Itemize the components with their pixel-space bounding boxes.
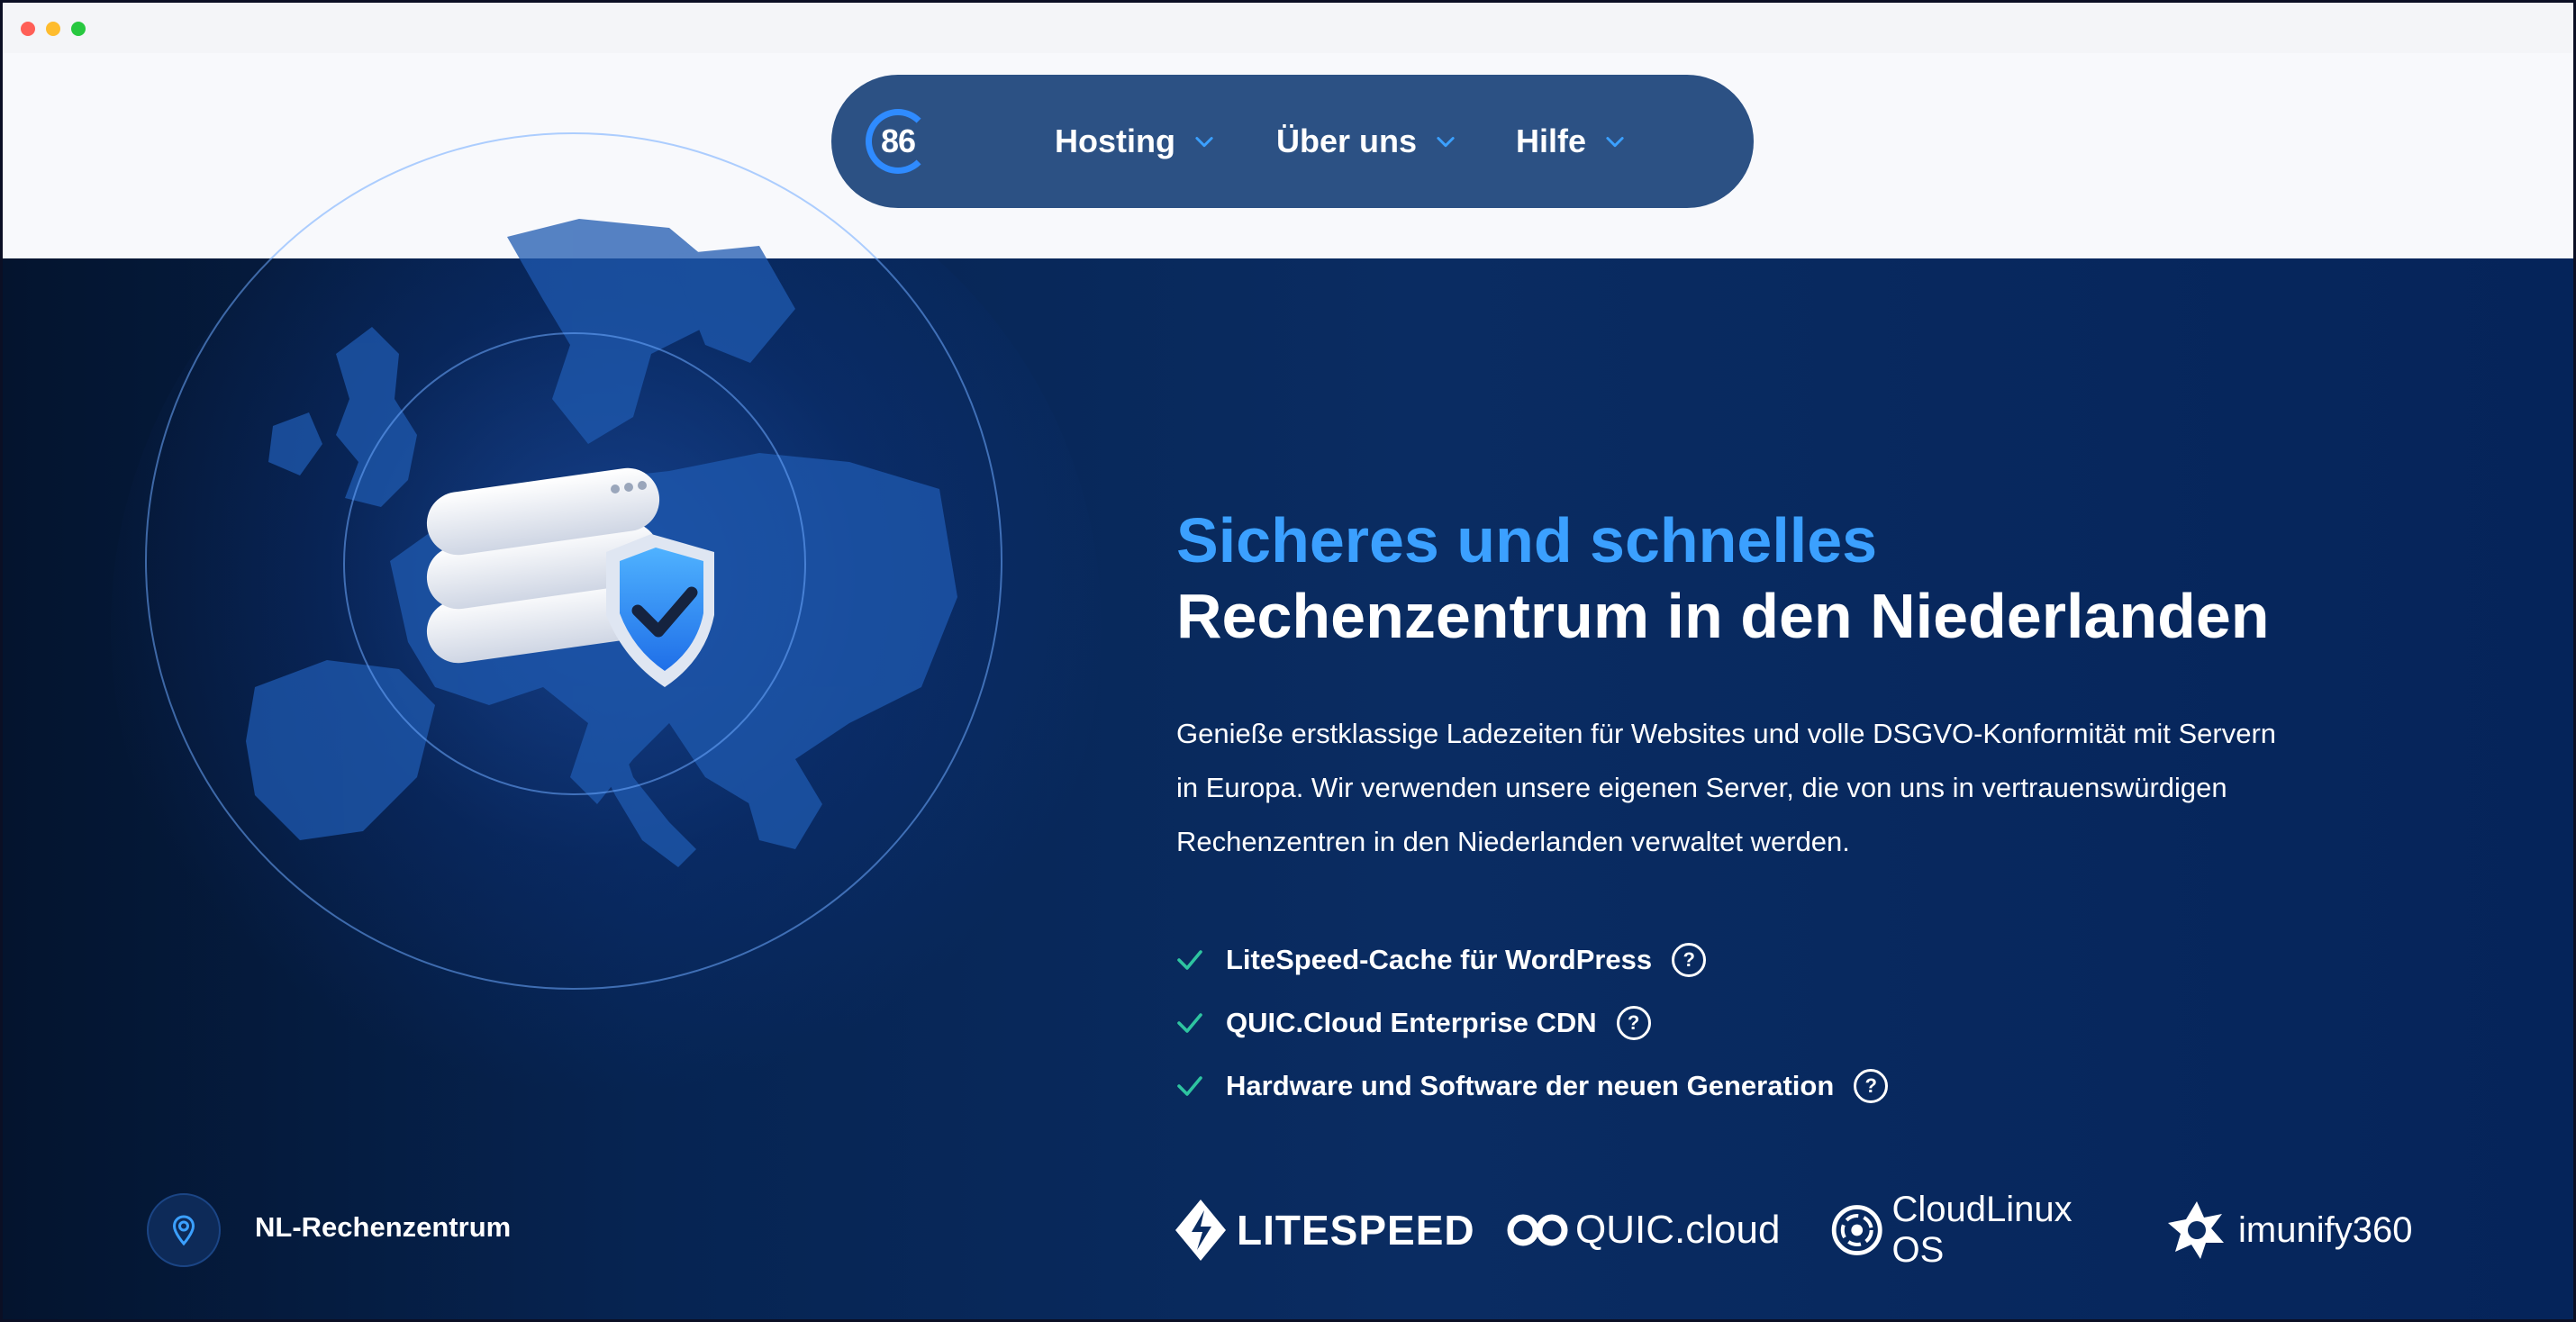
check-icon xyxy=(1177,950,1202,970)
map-pin-icon xyxy=(172,1215,195,1246)
nav-item-hosting[interactable]: Hosting xyxy=(1055,120,1217,163)
partner-imunify360: imunify360 xyxy=(2164,1190,2412,1271)
chevron-down-icon xyxy=(1195,137,1213,148)
partner-name: CloudLinux OS xyxy=(1891,1190,2073,1270)
feature-item: QUIC.Cloud Enterprise CDN ? xyxy=(1174,992,1888,1055)
quic-cloud-logo-icon xyxy=(1507,1214,1568,1246)
site-logo[interactable]: 86 xyxy=(866,109,930,174)
chevron-down-icon xyxy=(1606,137,1624,148)
nav-item-hilfe[interactable]: Hilfe xyxy=(1516,120,1628,163)
nav-item-label: Über uns xyxy=(1276,122,1418,159)
location-pin-icon xyxy=(147,1193,221,1267)
minimize-window-button[interactable] xyxy=(46,22,60,36)
feature-label: LiteSpeed-Cache für WordPress xyxy=(1226,944,1653,975)
headline-accent-line: Sicheres und schnelles xyxy=(1176,505,1878,575)
window-titlebar xyxy=(3,3,2573,53)
datacenter-label: NL-Rechenzentrum xyxy=(255,1211,512,1243)
cloudlinux-logo-icon xyxy=(1831,1205,1882,1255)
close-window-button[interactable] xyxy=(21,22,35,36)
partner-litespeed: LITESPEED xyxy=(1174,1190,1475,1271)
maximize-window-button[interactable] xyxy=(71,22,86,36)
feature-label: QUIC.Cloud Enterprise CDN xyxy=(1226,1007,1597,1038)
headline-main-line: Rechenzentrum in den Niederlanden xyxy=(1176,581,2270,651)
server-shield-illustration xyxy=(426,467,714,687)
help-icon[interactable]: ? xyxy=(1616,1006,1651,1040)
description-line: in Europa. Wir verwenden unsere eigenen … xyxy=(1176,772,2227,803)
description-line: Rechenzentren in den Niederlanden verwal… xyxy=(1176,826,1850,857)
nav-item-label: Hosting xyxy=(1055,122,1175,159)
hero-description: Genieße erstklassige Ladezeiten für Webs… xyxy=(1176,707,2419,869)
feature-list: LiteSpeed-Cache für WordPress ? QUIC.Clo… xyxy=(1174,928,1889,1118)
litespeed-logo-icon xyxy=(1175,1200,1226,1261)
partner-name: LITESPEED xyxy=(1237,1207,1475,1254)
browser-window: 86 Hosting Über uns Hilfe Sicheres und s… xyxy=(0,0,2576,1322)
partner-name: imunify360 xyxy=(2238,1209,2413,1250)
description-line: Genieße erstklassige Ladezeiten für Webs… xyxy=(1176,718,2277,749)
feature-item: LiteSpeed-Cache für WordPress ? xyxy=(1174,928,1888,992)
feature-item: Hardware und Software der neuen Generati… xyxy=(1174,1055,1889,1118)
logo-text: 86 xyxy=(880,122,916,159)
main-navigation: 86 Hosting Über uns Hilfe xyxy=(831,75,1754,208)
partner-cloudlinux: CloudLinux OS xyxy=(1831,1190,2085,1271)
hero-headline: Sicheres und schnelles Rechenzentrum in … xyxy=(1176,503,2270,654)
check-icon xyxy=(1177,1013,1202,1033)
nav-item-label: Hilfe xyxy=(1516,122,1587,159)
partner-quic-cloud: QUIC.cloud xyxy=(1505,1190,1780,1271)
chevron-down-icon xyxy=(1437,137,1455,148)
check-icon xyxy=(1177,1076,1202,1096)
feature-label: Hardware und Software der neuen Generati… xyxy=(1226,1070,1835,1101)
imunify360-logo-icon xyxy=(2168,1201,2224,1259)
help-icon[interactable]: ? xyxy=(1854,1069,1889,1103)
nav-item-ueber-uns[interactable]: Über uns xyxy=(1276,120,1458,163)
help-icon[interactable]: ? xyxy=(1672,943,1707,977)
partner-name: QUIC.cloud xyxy=(1575,1208,1781,1252)
